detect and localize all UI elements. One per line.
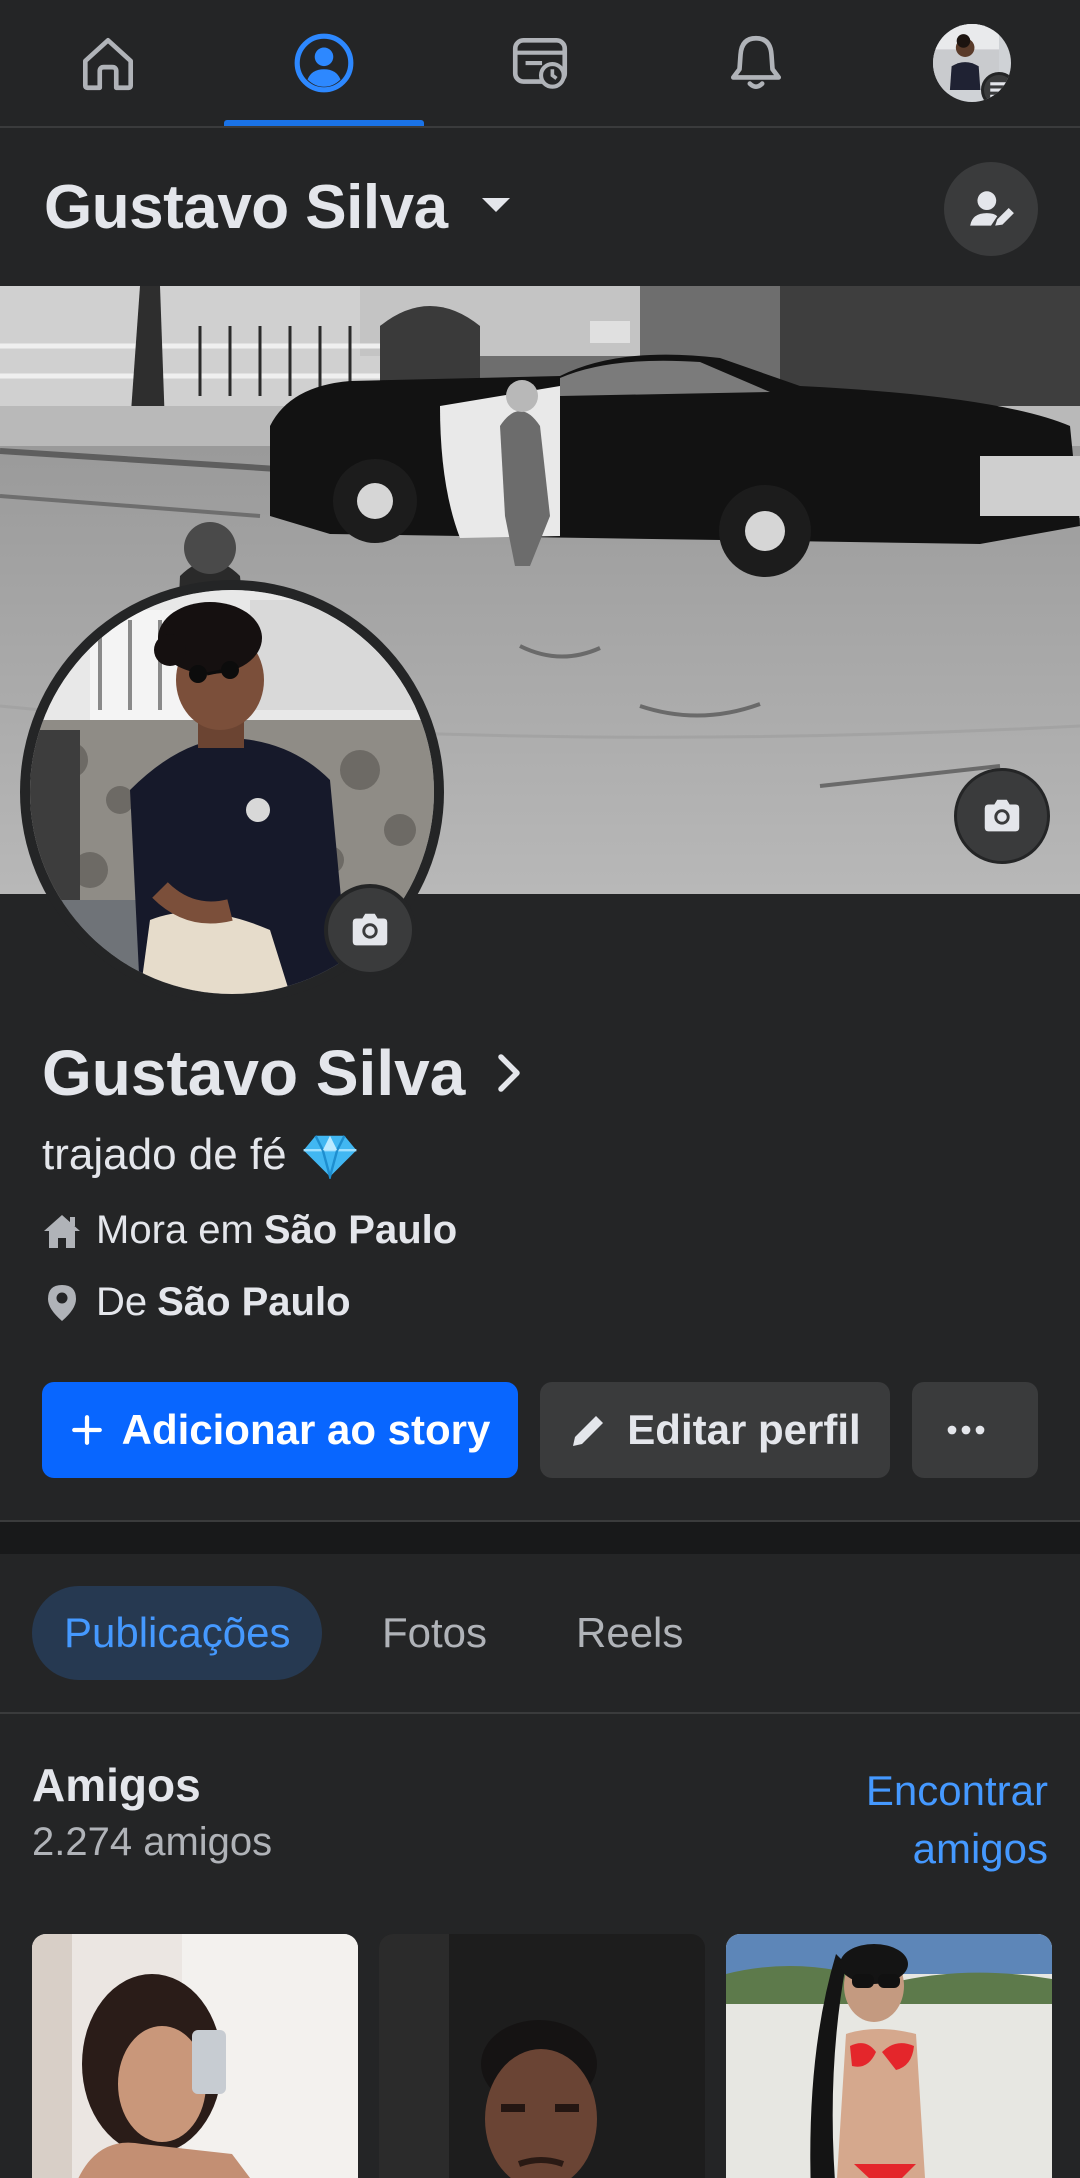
find-friends-link[interactable]: Encontrar amigos xyxy=(788,1762,1048,1878)
profile-bio: trajado de fé xyxy=(42,1130,359,1180)
house-icon xyxy=(44,1214,80,1248)
from-prefix: De xyxy=(96,1280,148,1324)
diamond-icon xyxy=(303,1135,357,1179)
tab-fotos[interactable]: Fotos xyxy=(350,1586,519,1680)
friend-photo xyxy=(726,1934,1052,2178)
tab-reels[interactable]: Reels xyxy=(544,1586,715,1680)
profile-picture-camera-button[interactable] xyxy=(324,884,416,976)
camera-icon xyxy=(352,913,388,946)
plus-icon xyxy=(71,1415,102,1445)
friends-section-title[interactable]: Amigos xyxy=(32,1758,201,1812)
more-options-button[interactable] xyxy=(912,1382,1038,1478)
edit-profile-button[interactable]: Editar perfil xyxy=(540,1382,890,1478)
edit-profile-label: Editar perfil xyxy=(627,1406,861,1453)
friend-card[interactable] xyxy=(726,1934,1052,2178)
profile-settings-button[interactable] xyxy=(944,162,1038,256)
profile-content-tabs: Publicações Fotos Reels xyxy=(0,1554,1080,1714)
nav-tab-watch[interactable] xyxy=(440,0,640,126)
menu-icon xyxy=(981,72,1011,102)
find-friends-line-2: amigos xyxy=(912,1825,1048,1872)
bio-text: trajado de fé xyxy=(42,1130,287,1179)
nav-tab-menu[interactable] xyxy=(872,0,1072,126)
nav-tab-profile[interactable] xyxy=(224,0,424,126)
pencil-icon xyxy=(573,1416,604,1446)
profile-name[interactable]: Gustavo Silva xyxy=(42,1036,525,1110)
nav-tab-home[interactable] xyxy=(8,0,208,126)
friends-count: 2.274 amigos xyxy=(32,1820,273,1864)
chevron-right-icon xyxy=(498,1054,521,1092)
profile-name-text: Gustavo Silva xyxy=(42,1037,466,1109)
friend-card[interactable] xyxy=(379,1934,705,2178)
from-row: De São Paulo xyxy=(42,1280,351,1325)
avatar xyxy=(933,24,1011,102)
profile-header: Gustavo Silva xyxy=(0,128,1080,286)
section-divider xyxy=(0,1520,1080,1554)
camera-icon xyxy=(984,799,1020,832)
user-edit-icon xyxy=(970,191,1014,226)
watch-icon xyxy=(512,37,568,89)
add-to-story-label: Adicionar ao story xyxy=(121,1406,491,1453)
friend-photo xyxy=(32,1934,358,2178)
lives-in-city[interactable]: São Paulo xyxy=(264,1208,457,1253)
account-switcher-caret-icon[interactable] xyxy=(482,198,510,212)
home-icon xyxy=(82,37,134,91)
lives-in-row: Mora em São Paulo xyxy=(42,1208,457,1253)
find-friends-line-1: Encontrar xyxy=(865,1767,1048,1814)
lives-in-prefix: Mora em xyxy=(96,1208,254,1252)
from-city[interactable]: São Paulo xyxy=(157,1280,350,1325)
more-dots-icon xyxy=(947,1425,985,1435)
cover-camera-button[interactable] xyxy=(954,768,1050,864)
bell-icon xyxy=(730,35,782,90)
friend-card[interactable] xyxy=(32,1934,358,2178)
friend-photo xyxy=(379,1934,705,2178)
tab-publicacoes[interactable]: Publicações xyxy=(32,1586,323,1680)
location-pin-icon xyxy=(48,1284,76,1321)
profile-icon xyxy=(294,33,354,93)
add-to-story-button[interactable]: Adicionar ao story xyxy=(42,1382,518,1478)
header-title[interactable]: Gustavo Silva xyxy=(44,172,448,243)
nav-tab-notifications[interactable] xyxy=(656,0,856,126)
top-navigation-bar xyxy=(0,0,1080,128)
